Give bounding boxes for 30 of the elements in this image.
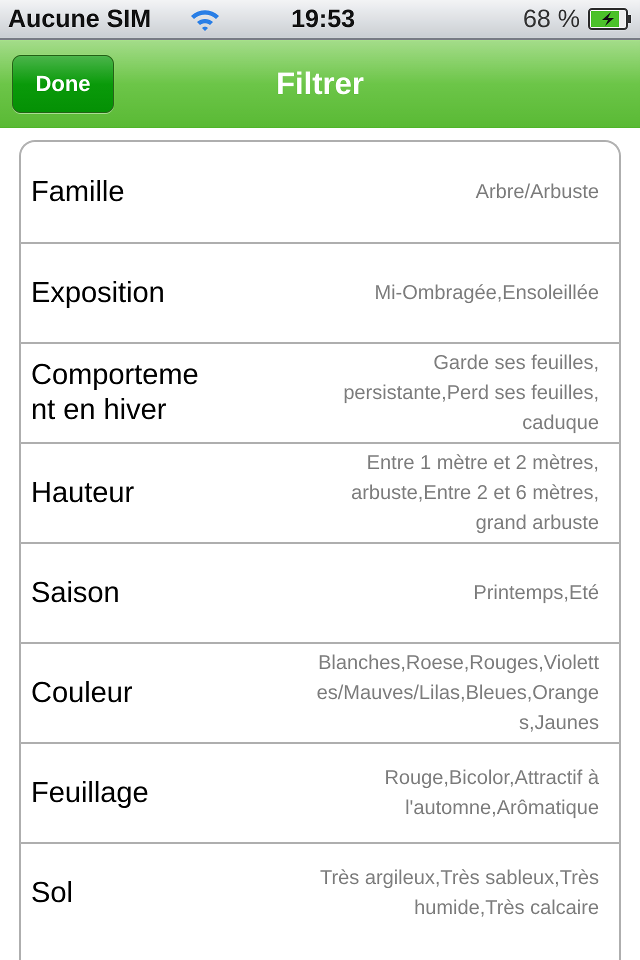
- filter-label: Saison: [31, 576, 121, 610]
- filter-label: Famille: [31, 174, 126, 210]
- filter-row[interactable]: Sol Très argileux,Très sableux,Très humide,Très calcaire: [21, 842, 619, 942]
- filter-label: Exposition: [31, 276, 166, 310]
- filter-row[interactable]: Saison Printemps,Eté: [21, 542, 619, 642]
- filter-value: Blanches,Roese,Rouges,Violett es/Mauves/Lilas,Bleues,Orange s,Jaunes: [316, 651, 599, 736]
- status-time: 19:53: [291, 4, 356, 34]
- battery-percentage: 68 %: [523, 4, 580, 34]
- filter-label: Hauteur: [31, 476, 136, 510]
- filter-row[interactable]: Comporteme nt en hiver Garde ses feuilles, persistante,Perd ses feuilles, caduque: [21, 342, 619, 442]
- carrier-name: Aucune SIM: [8, 4, 152, 34]
- filter-label: Sol: [31, 876, 74, 910]
- filter-row[interactable]: Feuillage Rouge,Bicolor,Attractif à l'automne,Arômatique: [21, 742, 619, 842]
- filter-value: Arbre/Arbuste: [474, 180, 599, 205]
- filter-value: Très argileux,Très sableux,Très humide,Très calcaire: [319, 866, 599, 921]
- filter-row[interactable]: Hauteur Entre 1 mètre et 2 mètres, arbuste,Entre 2 et 6 mètres, grand arbuste: [21, 442, 619, 542]
- filter-row[interactable]: Couleur Blanches,Roese,Rouges,Violett es/Mauves/Lilas,Bleues,Orange s,Jaunes: [21, 642, 619, 742]
- filter-label: Feuillage: [31, 776, 150, 810]
- filter-value: Garde ses feuilles, persistante,Perd ses feuilles, caduque: [342, 351, 599, 436]
- filter-row[interactable]: Exposition Mi-Ombragée,Ensoleillée: [21, 242, 619, 342]
- filter-value: Printemps,Eté: [472, 581, 599, 606]
- filter-value: Rouge,Bicolor,Attractif à l'automne,Arômatique: [383, 766, 599, 821]
- filter-label: Comporteme nt en hiver: [31, 358, 200, 428]
- filter-value: Mi-Ombragée,Ensoleillée: [373, 281, 599, 306]
- battery-charging-icon: [588, 8, 632, 30]
- filter-label: Couleur: [31, 676, 134, 710]
- filter-value: Entre 1 mètre et 2 mètres, arbuste,Entre 2 et 6 mètres, grand arbuste: [350, 451, 599, 536]
- filter-row[interactable]: Famille Arbre/Arbuste: [21, 142, 619, 242]
- nav-title: Filtrer: [275, 66, 365, 102]
- done-button[interactable]: Done: [12, 55, 114, 113]
